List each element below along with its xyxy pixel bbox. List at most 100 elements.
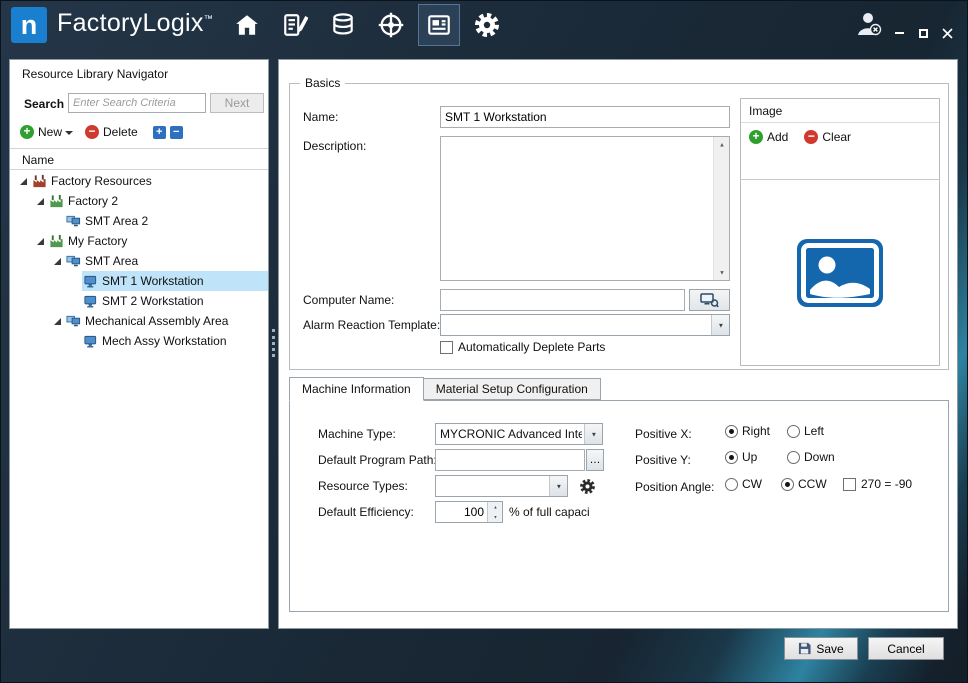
new-plus-icon: [20, 125, 34, 139]
factory-group-icon: [49, 234, 64, 249]
computer-name-label: Computer Name:: [303, 293, 394, 307]
maximize-icon[interactable]: [913, 24, 933, 42]
tree-row-body: Mech Assy Workstation: [82, 331, 268, 351]
combo-arrow-icon[interactable]: [584, 424, 602, 444]
expander-icon[interactable]: [35, 195, 48, 208]
program-path-field[interactable]: [435, 449, 585, 471]
deplete-parts-checkbox-row[interactable]: Automatically Deplete Parts: [440, 340, 605, 354]
resource-library-navigator-panel: Resource Library Navigator Search Next N…: [9, 59, 269, 629]
expander-icon[interactable]: [52, 315, 65, 328]
radio-icon[interactable]: [725, 425, 738, 438]
radio-icon[interactable]: [787, 425, 800, 438]
cancel-button[interactable]: Cancel: [868, 637, 944, 660]
efficiency-stepper[interactable]: [435, 501, 503, 523]
tree-item-factory-2[interactable]: Factory 2: [10, 191, 268, 211]
name-field[interactable]: [440, 106, 730, 128]
resource-types-dropdown[interactable]: [435, 475, 568, 497]
tree-row-body: SMT Area: [65, 251, 268, 271]
close-icon[interactable]: [937, 24, 957, 42]
program-path-label: Default Program Path:: [318, 453, 437, 467]
app-logo: n: [11, 7, 47, 43]
tree-row-body: SMT 1 Workstation: [82, 271, 268, 291]
tree-item-smt-2-workstation[interactable]: SMT 2 Workstation: [10, 291, 268, 311]
minimize-icon[interactable]: [889, 24, 909, 42]
program-path-browse-button[interactable]: …: [586, 449, 604, 471]
radio-icon[interactable]: [725, 478, 738, 491]
expander-icon[interactable]: [18, 175, 31, 188]
app-logo-letter: n: [21, 10, 38, 41]
image-clear-button[interactable]: Clear: [804, 130, 851, 144]
delete-button[interactable]: Delete: [103, 125, 138, 139]
spinner-up-icon[interactable]: [488, 502, 502, 512]
resource-tree: Factory Resources Factory 2 SMT Area 2: [10, 171, 268, 628]
new-button[interactable]: New: [38, 125, 62, 139]
tree-item-mech-assy-workstation[interactable]: Mech Assy Workstation: [10, 331, 268, 351]
tab-machine-information[interactable]: Machine Information: [289, 377, 424, 401]
tree-name-column-header: Name: [10, 148, 268, 170]
tab-material-setup-configuration[interactable]: Material Setup Configuration: [424, 378, 601, 400]
save-button[interactable]: Save: [784, 637, 858, 660]
tree-row-body: My Factory: [48, 231, 268, 251]
image-placeholder-area: [741, 179, 939, 365]
deplete-parts-checkbox[interactable]: [440, 341, 453, 354]
scroll-up-icon[interactable]: [714, 137, 729, 152]
settings-gear-icon[interactable]: [467, 5, 507, 45]
machine-type-dropdown[interactable]: MYCRONIC Advanced Inte: [435, 423, 603, 445]
resource-types-gear-icon[interactable]: [579, 478, 596, 495]
computer-name-field[interactable]: [440, 289, 685, 311]
description-scrollbar[interactable]: [713, 137, 729, 280]
combo-arrow-icon[interactable]: [711, 315, 729, 335]
tree-item-smt-area[interactable]: SMT Area: [10, 251, 268, 271]
search-input[interactable]: [68, 93, 206, 113]
factory-group-icon: [49, 194, 64, 209]
expander-icon[interactable]: [35, 235, 48, 248]
browse-network-button[interactable]: [689, 289, 730, 311]
spinner-down-icon[interactable]: [488, 512, 502, 522]
tree-item-label: SMT 1 Workstation: [102, 274, 204, 288]
tree-item-smt-area-2[interactable]: SMT Area 2: [10, 211, 268, 231]
image-panel: Image Add Clear: [740, 98, 940, 366]
machine-type-label: Machine Type:: [318, 427, 396, 441]
radio-icon[interactable]: [781, 478, 794, 491]
home-icon[interactable]: [227, 5, 267, 45]
navigator-toolbar: New Delete: [20, 124, 183, 140]
expander-icon[interactable]: [52, 255, 65, 268]
alarm-template-dropdown[interactable]: [440, 314, 730, 336]
panel-splitter[interactable]: [269, 59, 278, 629]
description-field[interactable]: [441, 137, 713, 280]
database-icon[interactable]: [323, 5, 363, 45]
expander-spacer: [69, 275, 82, 288]
tree-item-factory-resources[interactable]: Factory Resources: [10, 171, 268, 191]
tree-item-mechanical-assembly-area[interactable]: Mechanical Assembly Area: [10, 311, 268, 331]
radio-icon[interactable]: [725, 451, 738, 464]
next-button[interactable]: Next: [210, 93, 264, 113]
radio-positive-y-down[interactable]: Down: [787, 450, 835, 464]
basics-title: Basics: [300, 76, 345, 90]
user-status-icon[interactable]: [855, 10, 883, 41]
radio-icon[interactable]: [787, 451, 800, 464]
efficiency-input[interactable]: [436, 502, 487, 522]
radio-positive-x-left[interactable]: Left: [787, 424, 824, 438]
tree-item-smt-1-workstation[interactable]: SMT 1 Workstation: [10, 271, 268, 291]
worksheets-icon[interactable]: [275, 5, 315, 45]
expand-all-icon[interactable]: [153, 126, 166, 139]
tree-item-label: SMT Area 2: [85, 214, 148, 228]
tree-item-my-factory[interactable]: My Factory: [10, 231, 268, 251]
combo-arrow-icon[interactable]: [549, 476, 567, 496]
radio-position-angle-ccw[interactable]: CCW: [781, 477, 827, 491]
angle-270-checkbox[interactable]: [843, 478, 856, 491]
new-dropdown-caret-icon[interactable]: [65, 128, 73, 136]
reports-icon[interactable]: [419, 5, 459, 45]
image-add-button[interactable]: Add: [749, 130, 788, 144]
workstation-icon: [83, 334, 98, 349]
collapse-all-icon[interactable]: [170, 126, 183, 139]
angle-270-checkbox-row[interactable]: 270 = -90: [843, 477, 912, 491]
positive-y-label: Positive Y:: [635, 453, 691, 467]
scroll-down-icon[interactable]: [714, 265, 729, 280]
radio-positive-x-right[interactable]: Right: [725, 424, 770, 438]
compass-icon[interactable]: [371, 5, 411, 45]
radio-positive-y-up[interactable]: Up: [725, 450, 757, 464]
radio-position-angle-cw[interactable]: CW: [725, 477, 762, 491]
tree-row-body: SMT Area 2: [65, 211, 268, 231]
tree-row-body: Factory Resources: [31, 171, 268, 191]
